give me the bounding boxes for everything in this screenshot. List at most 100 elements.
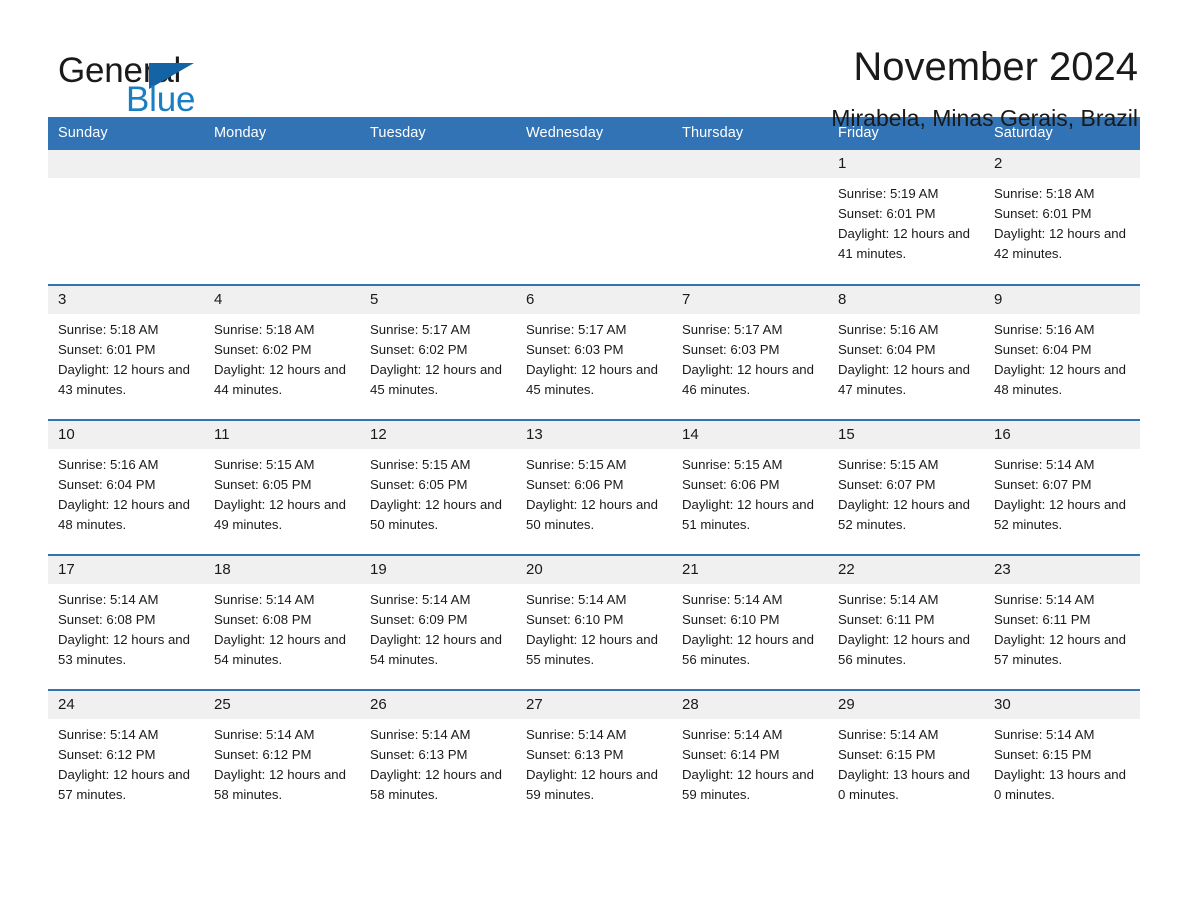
day-details: Sunrise: 5:14 AM Sunset: 6:10 PM Daylight:… bbox=[516, 584, 672, 670]
sunset-text: Sunset: 6:08 PM bbox=[214, 612, 312, 627]
daylight-text: Daylight: 12 hours and 47 minutes. bbox=[838, 362, 970, 397]
calendar-cell-day[interactable]: 15 Sunrise: 5:15 AM Sunset: 6:07 PM Dayligh… bbox=[828, 419, 984, 555]
day-number: 11 bbox=[204, 421, 360, 449]
day-details: Sunrise: 5:14 AM Sunset: 6:15 PM Daylight:… bbox=[984, 719, 1140, 805]
calendar-week-row: 10 Sunrise: 5:16 AM Sunset: 6:04 PM Dayligh… bbox=[48, 419, 1140, 555]
daylight-text: Daylight: 13 hours and 0 minutes. bbox=[838, 767, 970, 802]
calendar-cell-day[interactable]: 24 Sunrise: 5:14 AM Sunset: 6:12 PM Dayligh… bbox=[48, 689, 204, 825]
daylight-text: Daylight: 12 hours and 45 minutes. bbox=[370, 362, 502, 397]
day-details: Sunrise: 5:14 AM Sunset: 6:13 PM Daylight:… bbox=[516, 719, 672, 805]
day-details: Sunrise: 5:18 AM Sunset: 6:02 PM Daylight:… bbox=[204, 314, 360, 400]
weekday-header-monday: Monday bbox=[204, 117, 360, 150]
calendar-cell-day[interactable]: 20 Sunrise: 5:14 AM Sunset: 6:10 PM Dayligh… bbox=[516, 554, 672, 690]
sunset-text: Sunset: 6:01 PM bbox=[994, 206, 1092, 221]
calendar-cell-empty bbox=[360, 150, 516, 285]
calendar-cell-day[interactable]: 2 Sunrise: 5:18 AM Sunset: 6:01 PM Daylight… bbox=[984, 150, 1140, 285]
sunset-text: Sunset: 6:06 PM bbox=[526, 477, 624, 492]
sunset-text: Sunset: 6:02 PM bbox=[370, 342, 468, 357]
sunset-text: Sunset: 6:07 PM bbox=[838, 477, 936, 492]
daylight-text: Daylight: 12 hours and 50 minutes. bbox=[370, 497, 502, 532]
calendar-cell-day[interactable]: 19 Sunrise: 5:14 AM Sunset: 6:09 PM Dayligh… bbox=[360, 554, 516, 690]
calendar-cell-day[interactable]: 26 Sunrise: 5:14 AM Sunset: 6:13 PM Dayligh… bbox=[360, 689, 516, 825]
daylight-text: Daylight: 13 hours and 0 minutes. bbox=[994, 767, 1126, 802]
day-details: Sunrise: 5:14 AM Sunset: 6:13 PM Daylight:… bbox=[360, 719, 516, 805]
calendar-cell-day[interactable]: 18 Sunrise: 5:14 AM Sunset: 6:08 PM Dayligh… bbox=[204, 554, 360, 690]
day-details: Sunrise: 5:15 AM Sunset: 6:05 PM Daylight:… bbox=[360, 449, 516, 535]
sunrise-text: Sunrise: 5:14 AM bbox=[838, 592, 939, 607]
day-number: 26 bbox=[360, 691, 516, 719]
sunset-text: Sunset: 6:04 PM bbox=[994, 342, 1092, 357]
calendar-cell-day[interactable]: 22 Sunrise: 5:14 AM Sunset: 6:11 PM Dayligh… bbox=[828, 554, 984, 690]
calendar-cell-day[interactable]: 17 Sunrise: 5:14 AM Sunset: 6:08 PM Dayligh… bbox=[48, 554, 204, 690]
calendar-cell-day[interactable]: 11 Sunrise: 5:15 AM Sunset: 6:05 PM Dayligh… bbox=[204, 419, 360, 555]
day-number: 20 bbox=[516, 556, 672, 584]
day-details: Sunrise: 5:16 AM Sunset: 6:04 PM Daylight:… bbox=[828, 314, 984, 400]
calendar-cell-day[interactable]: 10 Sunrise: 5:16 AM Sunset: 6:04 PM Dayligh… bbox=[48, 419, 204, 555]
sunrise-text: Sunrise: 5:16 AM bbox=[994, 322, 1095, 337]
day-number: 10 bbox=[48, 421, 204, 449]
day-number: 23 bbox=[984, 556, 1140, 584]
day-details: Sunrise: 5:14 AM Sunset: 6:12 PM Daylight:… bbox=[204, 719, 360, 805]
day-details: Sunrise: 5:14 AM Sunset: 6:08 PM Daylight:… bbox=[48, 584, 204, 670]
day-number: 5 bbox=[360, 286, 516, 314]
daylight-text: Daylight: 12 hours and 52 minutes. bbox=[838, 497, 970, 532]
calendar-cell-day[interactable]: 5 Sunrise: 5:17 AM Sunset: 6:02 PM Daylight… bbox=[360, 284, 516, 420]
sunset-text: Sunset: 6:12 PM bbox=[214, 747, 312, 762]
calendar-cell-day[interactable]: 21 Sunrise: 5:14 AM Sunset: 6:10 PM Dayligh… bbox=[672, 554, 828, 690]
day-number: 19 bbox=[360, 556, 516, 584]
calendar-cell-day[interactable]: 7 Sunrise: 5:17 AM Sunset: 6:03 PM Daylight… bbox=[672, 284, 828, 420]
calendar-cell-day[interactable]: 3 Sunrise: 5:18 AM Sunset: 6:01 PM Daylight… bbox=[48, 284, 204, 420]
calendar-cell-day[interactable]: 8 Sunrise: 5:16 AM Sunset: 6:04 PM Daylight… bbox=[828, 284, 984, 420]
calendar-cell-day[interactable]: 25 Sunrise: 5:14 AM Sunset: 6:12 PM Dayligh… bbox=[204, 689, 360, 825]
sunrise-text: Sunrise: 5:15 AM bbox=[682, 457, 783, 472]
sunset-text: Sunset: 6:03 PM bbox=[682, 342, 780, 357]
calendar-cell-day[interactable]: 14 Sunrise: 5:15 AM Sunset: 6:06 PM Dayligh… bbox=[672, 419, 828, 555]
day-number bbox=[672, 150, 828, 178]
calendar-cell-day[interactable]: 16 Sunrise: 5:14 AM Sunset: 6:07 PM Dayligh… bbox=[984, 419, 1140, 555]
weekday-header-tuesday: Tuesday bbox=[360, 117, 516, 150]
day-details: Sunrise: 5:14 AM Sunset: 6:11 PM Daylight:… bbox=[828, 584, 984, 670]
calendar-page: General Blue November 2024 Mirabela, Min… bbox=[0, 0, 1188, 918]
sunrise-text: Sunrise: 5:14 AM bbox=[994, 727, 1095, 742]
day-details: Sunrise: 5:15 AM Sunset: 6:06 PM Daylight:… bbox=[672, 449, 828, 535]
calendar-cell-day[interactable]: 12 Sunrise: 5:15 AM Sunset: 6:05 PM Dayligh… bbox=[360, 419, 516, 555]
day-details: Sunrise: 5:15 AM Sunset: 6:05 PM Daylight:… bbox=[204, 449, 360, 535]
sunrise-text: Sunrise: 5:14 AM bbox=[682, 592, 783, 607]
calendar-cell-day[interactable]: 13 Sunrise: 5:15 AM Sunset: 6:06 PM Dayligh… bbox=[516, 419, 672, 555]
calendar-cell-day[interactable]: 30 Sunrise: 5:14 AM Sunset: 6:15 PM Dayligh… bbox=[984, 689, 1140, 825]
daylight-text: Daylight: 12 hours and 57 minutes. bbox=[58, 767, 190, 802]
calendar-week-row: 17 Sunrise: 5:14 AM Sunset: 6:08 PM Dayligh… bbox=[48, 554, 1140, 690]
calendar-cell-day[interactable]: 29 Sunrise: 5:14 AM Sunset: 6:15 PM Dayligh… bbox=[828, 689, 984, 825]
sunset-text: Sunset: 6:05 PM bbox=[214, 477, 312, 492]
day-number: 24 bbox=[48, 691, 204, 719]
daylight-text: Daylight: 12 hours and 51 minutes. bbox=[682, 497, 814, 532]
daylight-text: Daylight: 12 hours and 43 minutes. bbox=[58, 362, 190, 397]
sunset-text: Sunset: 6:04 PM bbox=[58, 477, 156, 492]
daylight-text: Daylight: 12 hours and 48 minutes. bbox=[994, 362, 1126, 397]
sunrise-text: Sunrise: 5:14 AM bbox=[682, 727, 783, 742]
calendar-cell-day[interactable]: 6 Sunrise: 5:17 AM Sunset: 6:03 PM Daylight… bbox=[516, 284, 672, 420]
calendar-cell-day[interactable]: 9 Sunrise: 5:16 AM Sunset: 6:04 PM Daylight… bbox=[984, 284, 1140, 420]
daylight-text: Daylight: 12 hours and 59 minutes. bbox=[526, 767, 658, 802]
day-number: 6 bbox=[516, 286, 672, 314]
calendar-cell-day[interactable]: 28 Sunrise: 5:14 AM Sunset: 6:14 PM Dayligh… bbox=[672, 689, 828, 825]
day-details: Sunrise: 5:17 AM Sunset: 6:03 PM Daylight:… bbox=[672, 314, 828, 400]
day-number: 22 bbox=[828, 556, 984, 584]
day-details: Sunrise: 5:19 AM Sunset: 6:01 PM Daylight:… bbox=[828, 178, 984, 264]
day-details: Sunrise: 5:14 AM Sunset: 6:11 PM Daylight:… bbox=[984, 584, 1140, 670]
calendar-cell-day[interactable]: 27 Sunrise: 5:14 AM Sunset: 6:13 PM Dayligh… bbox=[516, 689, 672, 825]
calendar-week-row: 1 Sunrise: 5:19 AM Sunset: 6:01 PM Daylight… bbox=[48, 150, 1140, 285]
daylight-text: Daylight: 12 hours and 42 minutes. bbox=[994, 226, 1126, 261]
calendar-cell-empty bbox=[672, 150, 828, 285]
daylight-text: Daylight: 12 hours and 58 minutes. bbox=[214, 767, 346, 802]
sunrise-text: Sunrise: 5:14 AM bbox=[994, 457, 1095, 472]
sunset-text: Sunset: 6:12 PM bbox=[58, 747, 156, 762]
generalblue-logo[interactable]: General Blue bbox=[48, 45, 248, 117]
calendar-cell-day[interactable]: 1 Sunrise: 5:19 AM Sunset: 6:01 PM Daylight… bbox=[828, 150, 984, 285]
sunset-text: Sunset: 6:11 PM bbox=[838, 612, 935, 627]
sunrise-text: Sunrise: 5:14 AM bbox=[370, 727, 471, 742]
sunrise-text: Sunrise: 5:17 AM bbox=[526, 322, 627, 337]
calendar-cell-day[interactable]: 4 Sunrise: 5:18 AM Sunset: 6:02 PM Daylight… bbox=[204, 284, 360, 420]
day-details: Sunrise: 5:17 AM Sunset: 6:03 PM Daylight:… bbox=[516, 314, 672, 400]
calendar-cell-day[interactable]: 23 Sunrise: 5:14 AM Sunset: 6:11 PM Dayligh… bbox=[984, 554, 1140, 690]
